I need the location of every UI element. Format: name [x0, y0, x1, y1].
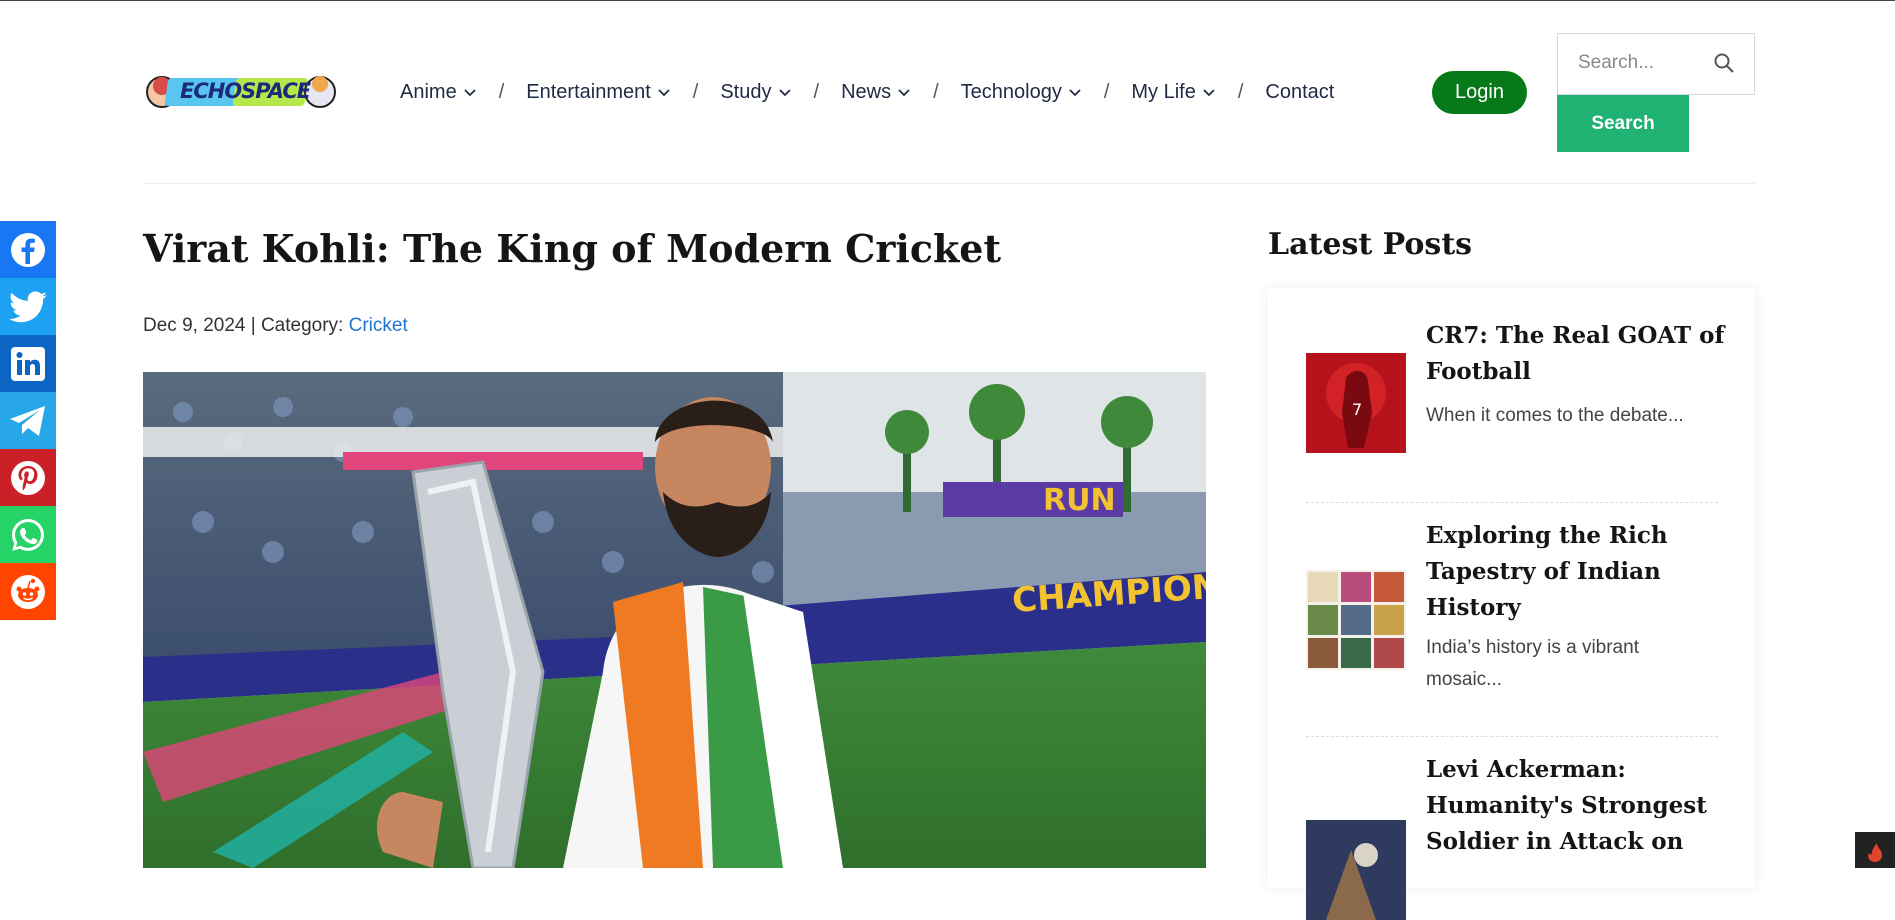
svg-text:7: 7	[1352, 400, 1362, 419]
search-input[interactable]	[1576, 51, 1710, 75]
whatsapp-share[interactable]	[0, 506, 56, 563]
article-date: Dec 9, 2024	[143, 315, 246, 336]
scroll-widget-button[interactable]	[1855, 832, 1895, 868]
nav-contact-label: Contact	[1265, 80, 1335, 103]
article-title: Virat Kohli: The King of Modern Cricket	[143, 226, 1002, 271]
nav-anime[interactable]: Anime	[400, 81, 477, 104]
whatsapp-icon	[12, 518, 44, 551]
logo-text: ECHOSPACE	[180, 79, 311, 103]
reddit-icon	[11, 574, 45, 609]
article-hero-image: RUN CHAMPIONS 2024	[143, 372, 1206, 868]
post-thumbnail[interactable]: 7	[1306, 353, 1406, 453]
telegram-share[interactable]	[0, 392, 56, 449]
facebook-icon	[11, 232, 45, 267]
chevron-down-icon	[658, 89, 670, 97]
category-link[interactable]: Cricket	[349, 315, 408, 336]
post-title[interactable]: CR7: The Real GOAT of Football	[1426, 318, 1726, 390]
flame-icon	[1868, 843, 1882, 862]
chevron-down-icon	[1203, 89, 1215, 97]
social-share-bar	[0, 221, 56, 620]
nav-separator: /	[1237, 80, 1244, 103]
twitter-share[interactable]	[0, 278, 56, 335]
category-label: | Category:	[250, 315, 344, 336]
nav-entertainment-label: Entertainment	[526, 80, 651, 103]
top-border	[0, 0, 1895, 1]
latest-posts-card: 7 CR7: The Real GOAT of Football When it…	[1268, 288, 1755, 920]
login-button[interactable]: Login	[1432, 71, 1527, 114]
search-icon[interactable]	[1712, 51, 1736, 75]
pinterest-share[interactable]	[0, 449, 56, 506]
nav-my-life-label: My Life	[1131, 80, 1196, 103]
post-divider	[1306, 502, 1718, 503]
nav-separator: /	[813, 80, 820, 103]
chevron-down-icon	[898, 89, 910, 97]
nav-technology-label: Technology	[960, 80, 1062, 103]
site-logo[interactable]: ECHOSPACE	[144, 66, 338, 118]
latest-post-item[interactable]: Levi Ackerman: Humanity's Strongest Sold…	[1306, 752, 1718, 920]
nav-separator: /	[1103, 80, 1110, 103]
nav-news[interactable]: News	[841, 81, 911, 104]
latest-post-item[interactable]: 7 CR7: The Real GOAT of Football When it…	[1306, 318, 1724, 468]
nav-technology[interactable]: Technology	[961, 81, 1082, 104]
nav-separator: /	[933, 80, 939, 103]
nav-anime-label: Anime	[400, 80, 457, 103]
sidebar-heading: Latest Posts	[1268, 227, 1473, 262]
post-thumbnail[interactable]	[1306, 820, 1406, 920]
reddit-share[interactable]	[0, 563, 56, 620]
post-excerpt: India’s history is a vibrant mosaic...	[1426, 637, 1639, 690]
search-box	[1557, 33, 1755, 95]
post-title[interactable]: Exploring the Rich Tapestry of Indian Hi…	[1426, 518, 1726, 626]
telegram-icon	[10, 405, 45, 436]
post-divider	[1306, 736, 1718, 737]
nav-entertainment[interactable]: Entertainment	[526, 81, 671, 104]
chevron-down-icon	[778, 89, 791, 97]
chevron-down-icon	[464, 89, 476, 97]
pinterest-icon	[11, 460, 45, 495]
facebook-share[interactable]	[0, 221, 56, 278]
latest-post-item[interactable]: Exploring the Rich Tapestry of Indian Hi…	[1306, 518, 1718, 698]
post-title[interactable]: Levi Ackerman: Humanity's Strongest Sold…	[1426, 752, 1726, 860]
chevron-down-icon	[1069, 89, 1081, 97]
article-meta: Dec 9, 2024 | Category: Cricket	[143, 315, 408, 337]
linkedin-share[interactable]	[0, 335, 56, 392]
linkedin-icon	[11, 346, 45, 381]
nav-separator: /	[498, 80, 505, 103]
nav-contact[interactable]: Contact	[1265, 81, 1334, 104]
nav-my-life[interactable]: My Life	[1131, 81, 1215, 104]
nav-study[interactable]: Study	[720, 81, 791, 104]
nav-news-label: News	[841, 80, 892, 103]
post-thumbnail[interactable]	[1306, 570, 1406, 670]
svg-text:RUN: RUN	[1043, 483, 1116, 518]
header-divider	[143, 183, 1755, 184]
post-excerpt: When it comes to the debate...	[1426, 405, 1684, 426]
main-nav: Anime / Entertainment / Study / News / T…	[400, 75, 1334, 109]
search-button[interactable]: Search	[1557, 95, 1689, 152]
twitter-icon	[9, 290, 47, 322]
nav-separator: /	[692, 80, 699, 103]
nav-study-label: Study	[720, 80, 772, 103]
